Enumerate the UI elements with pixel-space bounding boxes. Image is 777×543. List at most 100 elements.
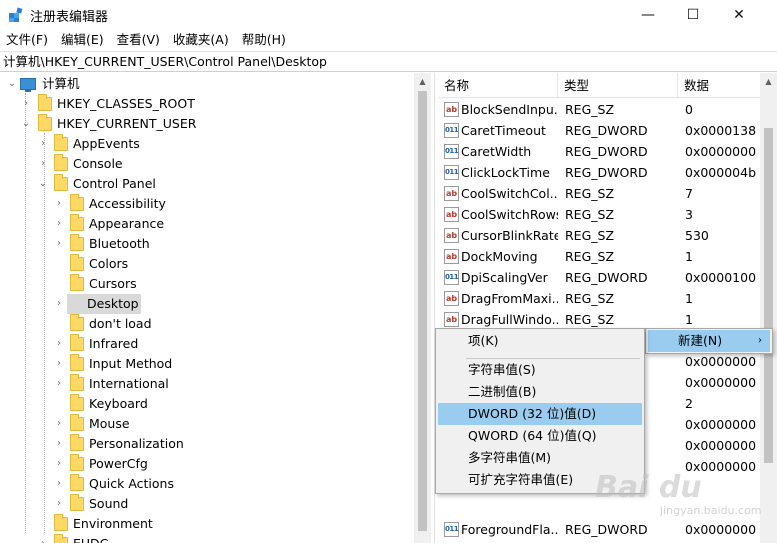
table-row[interactable]: ab BlockSendInpu... REG_SZ 0 — [438, 99, 760, 120]
folder-icon — [70, 194, 84, 211]
value-name-cell: CoolSwitchCol... — [461, 186, 558, 201]
title-bar: 注册表编辑器 — ☐ ✕ — [0, 0, 777, 30]
menu-file[interactable]: 文件(F) — [0, 30, 55, 50]
chevron-right-icon[interactable]: › — [53, 434, 65, 454]
table-row[interactable]: ab CursorBlinkRate REG_SZ 530 — [438, 225, 760, 246]
tree-scrollbar[interactable]: ▲ — [414, 73, 431, 543]
table-row[interactable]: ab DockMoving REG_SZ 1 — [438, 246, 760, 267]
chevron-right-icon[interactable]: › — [53, 294, 65, 314]
table-row[interactable]: ab CoolSwitchCol... REG_SZ 7 — [438, 183, 760, 204]
new-binary-value-item[interactable]: 二进制值(B) — [438, 381, 642, 403]
table-row[interactable]: 011 DpiScalingVer REG_DWORD 0x0000100 — [438, 267, 760, 288]
maximize-button[interactable]: ☐ — [670, 0, 716, 30]
table-row[interactable]: ab DragFromMaxi... REG_SZ 1 — [438, 288, 760, 309]
table-row[interactable]: 011 ClickLockTime REG_DWORD 0x000004b — [438, 162, 760, 183]
chevron-right-icon[interactable]: › — [53, 374, 65, 394]
new-key-item[interactable]: 项(K) — [438, 330, 642, 352]
new-dword-value-item[interactable]: DWORD (32 位)值(D) — [438, 403, 642, 425]
chevron-right-icon[interactable]: › — [53, 354, 65, 374]
folder-icon — [70, 454, 84, 471]
tree-node-label: Keyboard — [89, 396, 148, 411]
watermark-url: jingyan.baidu.com — [660, 504, 762, 517]
tree-node-label: Input Method — [89, 356, 173, 371]
value-name-cell: CursorBlinkRate — [461, 228, 558, 243]
minimize-button[interactable]: — — [625, 0, 671, 30]
computer-icon — [20, 78, 36, 92]
chevron-right-icon[interactable]: › — [53, 474, 65, 494]
value-data-cell: 0 — [685, 102, 693, 117]
chevron-right-icon[interactable]: › — [53, 194, 65, 214]
value-type-cell: REG_DWORD — [565, 522, 648, 537]
close-button[interactable]: ✕ — [716, 0, 762, 30]
chevron-right-icon[interactable]: › — [20, 94, 32, 114]
list-scrollbar[interactable]: ▲ — [760, 73, 777, 543]
edit-context-menu: 新建(N) › — [645, 328, 773, 354]
folder-icon — [70, 414, 84, 431]
chevron-right-icon[interactable]: › — [53, 234, 65, 254]
table-row[interactable]: ab CoolSwitchRows REG_SZ 3 — [438, 204, 760, 225]
value-type-cell: REG_SZ — [565, 312, 615, 327]
scroll-thumb[interactable] — [418, 91, 427, 531]
scroll-thumb[interactable] — [764, 128, 773, 463]
menu-bar: 文件(F) 编辑(E) 查看(V) 收藏夹(A) 帮助(H) — [0, 30, 777, 50]
scroll-up-arrow-icon[interactable]: ▲ — [760, 73, 777, 90]
value-data-cell: 3 — [685, 207, 693, 222]
tree-node-label: Personalization — [89, 436, 184, 451]
value-name-cell: ClickLockTime — [461, 165, 550, 180]
table-row[interactable]: 011 CaretWidth REG_DWORD 0x0000000 — [438, 141, 760, 162]
chevron-right-icon[interactable]: › — [53, 454, 65, 474]
tree-node-label: HKEY_CLASSES_ROOT — [57, 96, 195, 111]
table-row[interactable]: 011 ForegroundFla... REG_DWORD 0x0000000 — [438, 519, 760, 540]
chevron-down-icon[interactable]: ⌄ — [6, 74, 18, 94]
chevron-right-icon[interactable]: › — [53, 414, 65, 434]
new-qword-value-item[interactable]: QWORD (64 位)值(Q) — [438, 425, 642, 447]
value-name-cell: CaretWidth — [461, 144, 532, 159]
address-bar[interactable]: 计算机\HKEY_CURRENT_USER\Control Panel\Desk… — [0, 51, 777, 72]
string-value-icon: ab — [444, 186, 459, 201]
chevron-right-icon[interactable]: › — [37, 534, 49, 543]
new-menu-item[interactable]: 新建(N) › — [648, 330, 770, 352]
value-data-cell: 0x0000000 — [685, 144, 757, 159]
tree-node-label: HKEY_CURRENT_USER — [57, 116, 197, 131]
value-data-cell: 1 — [685, 291, 693, 306]
string-value-icon: ab — [444, 249, 459, 264]
chevron-down-icon[interactable]: ⌄ — [20, 114, 32, 134]
menu-help[interactable]: 帮助(H) — [236, 30, 293, 50]
list-header: 名称 类型 数据 — [438, 73, 760, 98]
menu-view[interactable]: 查看(V) — [111, 30, 167, 50]
chevron-right-icon[interactable]: › — [53, 494, 65, 514]
tree-node-label: Mouse — [89, 416, 130, 431]
value-name-cell: DpiScalingVer — [461, 270, 548, 285]
folder-icon — [70, 274, 84, 291]
tree-node-label: Colors — [89, 256, 129, 271]
chevron-down-icon[interactable]: ⌄ — [37, 174, 49, 194]
dword-value-icon: 011 — [444, 144, 459, 159]
menu-edit[interactable]: 编辑(E) — [55, 30, 111, 50]
column-data-header[interactable]: 数据 — [678, 73, 760, 98]
window-title: 注册表编辑器 — [30, 10, 109, 25]
table-row[interactable]: 011 CaretTimeout REG_DWORD 0x0000138 — [438, 120, 760, 141]
tree-node-label-selected: Desktop — [67, 294, 141, 314]
column-type-header[interactable]: 类型 — [558, 73, 678, 98]
chevron-right-icon[interactable]: › — [53, 334, 65, 354]
tree-node-label: 计算机 — [42, 76, 80, 91]
menu-favorites[interactable]: 收藏夹(A) — [167, 30, 236, 50]
chevron-right-icon[interactable]: › — [37, 134, 49, 154]
value-data-cell: 1 — [685, 312, 693, 327]
chevron-right-icon[interactable]: › — [53, 214, 65, 234]
new-multi-string-item[interactable]: 多字符串值(M) — [438, 447, 642, 469]
value-data-cell: 0x0000000 — [685, 354, 757, 369]
tree-node-label: Infrared — [89, 336, 139, 351]
scroll-up-arrow-icon[interactable]: ▲ — [414, 73, 431, 90]
chevron-right-icon[interactable]: › — [37, 154, 49, 174]
dword-value-icon: 011 — [444, 270, 459, 285]
value-data-cell: 0x0000100 — [685, 270, 757, 285]
new-string-value-item[interactable]: 字符串值(S) — [438, 359, 642, 381]
tree-node-label: Accessibility — [89, 196, 166, 211]
folder-icon — [70, 214, 84, 231]
dword-value-icon: 011 — [444, 123, 459, 138]
watermark-logo: Bai du — [595, 470, 702, 505]
value-data-cell: 1 — [685, 249, 693, 264]
table-row[interactable]: ab DragFullWindo... REG_SZ 1 — [438, 309, 760, 330]
column-name-header[interactable]: 名称 — [438, 73, 558, 98]
